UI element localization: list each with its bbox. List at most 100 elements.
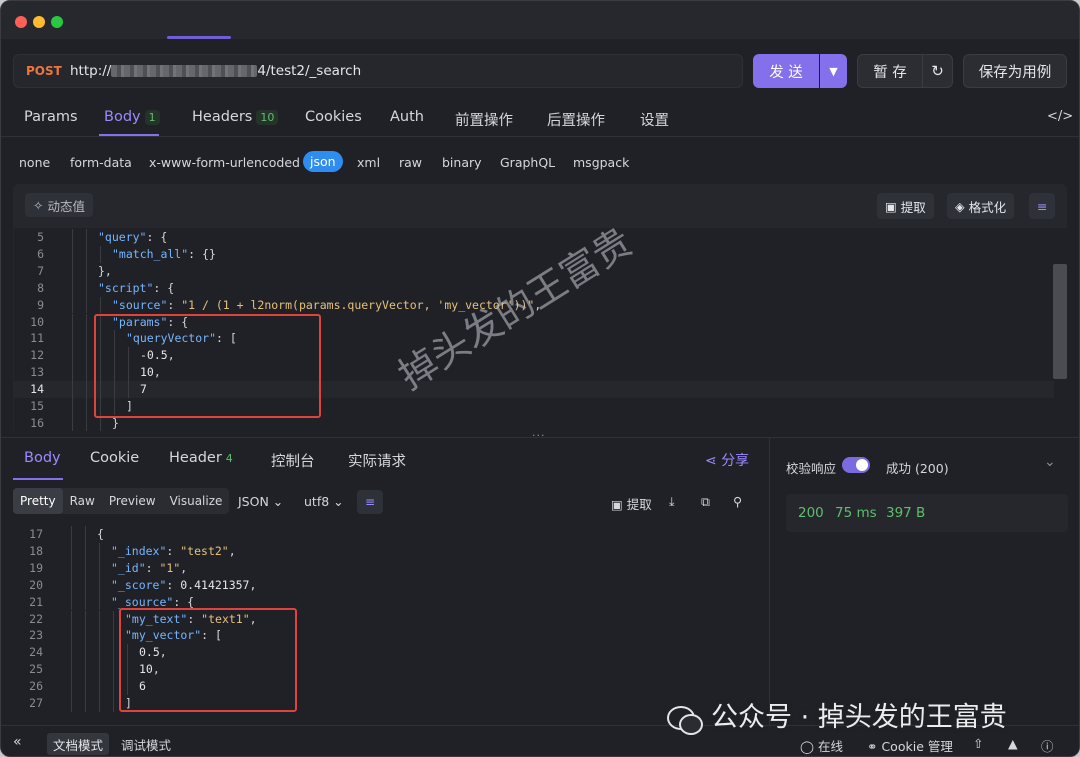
encoding-select[interactable]: utf8 ⌄ xyxy=(304,494,344,509)
indent-guide xyxy=(72,296,73,314)
view-pretty[interactable]: Pretty xyxy=(13,488,63,514)
body-type-xml[interactable]: xml xyxy=(357,155,380,170)
body-type-binary[interactable]: binary xyxy=(442,155,482,170)
help-icon[interactable]: ⓘ xyxy=(1041,736,1054,755)
tab-pre-operations[interactable]: 前置操作 xyxy=(455,109,513,130)
code-line[interactable]: 6 "match_all": {} xyxy=(14,245,1054,263)
tab-params[interactable]: Params xyxy=(24,109,78,125)
debug-mode-button[interactable]: 调试模式 xyxy=(115,733,177,755)
code-icon[interactable]: </> xyxy=(1047,109,1073,124)
body-type-raw[interactable]: raw xyxy=(399,155,422,170)
tab-cookies[interactable]: Cookies xyxy=(305,109,362,125)
extract-button[interactable]: ▣ 提取 xyxy=(877,193,934,219)
tab-body[interactable]: Body 1 xyxy=(104,109,160,125)
wrap-lines-button[interactable]: ≡ xyxy=(1029,193,1056,219)
view-preview[interactable]: Preview xyxy=(102,488,163,514)
tab-settings[interactable]: 设置 xyxy=(640,109,669,130)
indent-guide xyxy=(99,661,100,679)
shirt-icon[interactable]: ▲ xyxy=(1008,736,1018,751)
response-wrap-button[interactable]: ≡ xyxy=(357,490,383,514)
response-tab-body[interactable]: Body xyxy=(24,450,61,466)
doc-mode-button[interactable]: 文档模式 xyxy=(47,733,110,755)
indent-guide xyxy=(85,559,86,577)
close-window-icon[interactable] xyxy=(15,16,27,28)
format-select[interactable]: JSON ⌄ xyxy=(238,494,283,509)
response-tab-console[interactable]: 控制台 xyxy=(271,450,315,471)
wechat-icon xyxy=(667,704,703,735)
indent-guide xyxy=(72,262,73,280)
code-line[interactable]: 9 "source": "1 / (1 + l2norm(params.query… xyxy=(14,296,1054,314)
indent-guide xyxy=(72,398,73,415)
maximize-window-icon[interactable] xyxy=(51,16,63,28)
url-input[interactable]: http://4/test2/_search xyxy=(70,63,361,79)
code-line[interactable]: 19 "_id": "1", xyxy=(13,559,753,577)
code-line[interactable]: 7}, xyxy=(14,262,1054,280)
body-type-msgpack[interactable]: msgpack xyxy=(573,155,629,170)
code-text: "script": { xyxy=(98,280,175,295)
send-button[interactable]: 发 送 xyxy=(753,54,819,88)
minimize-window-icon[interactable] xyxy=(33,16,45,28)
view-raw[interactable]: Raw xyxy=(63,488,102,514)
indent-guide xyxy=(72,364,73,382)
url-bar[interactable]: POST http://4/test2/_search xyxy=(13,54,743,88)
indent-guide xyxy=(85,576,86,594)
cookie-manager-button[interactable]: ⚭ Cookie 管理 xyxy=(867,736,953,755)
body-type-graphql[interactable]: GraphQL xyxy=(500,155,555,170)
chevron-down-icon: ⌄ xyxy=(272,494,284,509)
copy-icon[interactable]: ⧉ xyxy=(701,494,710,510)
body-type-form-data[interactable]: form-data xyxy=(70,155,132,170)
format-button[interactable]: ◈ 格式化 xyxy=(947,193,1015,219)
code-line[interactable]: 17 { xyxy=(13,526,753,543)
response-tab-underline xyxy=(13,478,63,480)
code-line[interactable]: 8 "script": { xyxy=(14,279,1054,297)
search-icon[interactable]: ⚲ xyxy=(733,494,742,509)
save-as-case-button[interactable]: 保存为用例 xyxy=(963,54,1067,88)
share-button[interactable]: ⋖ 分享 xyxy=(705,450,749,470)
format-icon: ◈ xyxy=(955,198,969,214)
collapse-sidebar-icon[interactable]: « xyxy=(13,734,22,750)
headers-count-badge: 10 xyxy=(256,110,279,125)
response-tab-actual-request[interactable]: 实际请求 xyxy=(348,450,406,471)
online-status[interactable]: ◯ 在线 xyxy=(800,736,843,755)
chevron-down-icon[interactable]: ⌄ xyxy=(1044,454,1056,470)
body-type-none[interactable]: none xyxy=(19,155,50,170)
save-button[interactable]: 暂 存 xyxy=(857,54,923,88)
title-bar xyxy=(1,1,1079,39)
indent-guide xyxy=(86,364,87,382)
code-line[interactable]: 18 "_index": "test2", xyxy=(13,542,753,560)
response-extract-button[interactable]: ▣ 提取 xyxy=(611,494,652,513)
tab-headers[interactable]: Headers 10 xyxy=(192,109,279,125)
code-text: "_index": "test2", xyxy=(111,543,236,558)
dynamic-value-button[interactable]: ✧ 动态值 xyxy=(25,193,93,217)
cookie-icon: ⚭ xyxy=(867,739,882,754)
send-dropdown-button[interactable]: ▼ xyxy=(820,54,847,88)
header-count-badge: 4 xyxy=(225,452,233,465)
http-method[interactable]: POST xyxy=(26,64,62,78)
tab-auth[interactable]: Auth xyxy=(390,109,424,125)
editor-scrollbar[interactable] xyxy=(1053,264,1067,379)
code-line[interactable]: 5 "query": { xyxy=(14,229,1054,246)
line-number: 14 xyxy=(30,382,44,397)
tab-post-operations[interactable]: 后置操作 xyxy=(547,109,605,130)
code-text: "match_all": {} xyxy=(112,246,216,261)
indent-guide xyxy=(86,279,87,297)
response-tab-cookie[interactable]: Cookie xyxy=(90,450,139,466)
code-line[interactable]: 20 "_score": 0.41421357, xyxy=(13,576,753,594)
indent-guide xyxy=(85,610,86,628)
indent-guide xyxy=(72,245,73,263)
line-number: 11 xyxy=(30,331,44,346)
response-tab-header[interactable]: Header 4 xyxy=(169,450,233,466)
line-number: 10 xyxy=(30,314,44,329)
upload-icon[interactable]: ⇧ xyxy=(973,736,983,751)
indent-guide xyxy=(86,262,87,280)
indent-guide xyxy=(85,542,86,560)
download-icon[interactable]: ⤓ xyxy=(669,494,675,510)
line-number: 21 xyxy=(29,594,43,609)
body-type-urlencoded[interactable]: x-www-form-urlencoded xyxy=(149,155,300,170)
reset-button[interactable]: ↻ xyxy=(922,54,953,88)
view-visualize[interactable]: Visualize xyxy=(163,488,230,514)
indent-guide xyxy=(100,245,101,263)
body-type-json[interactable]: json xyxy=(303,151,343,172)
verify-response-toggle[interactable] xyxy=(842,457,870,473)
indent-guide xyxy=(113,678,114,695)
